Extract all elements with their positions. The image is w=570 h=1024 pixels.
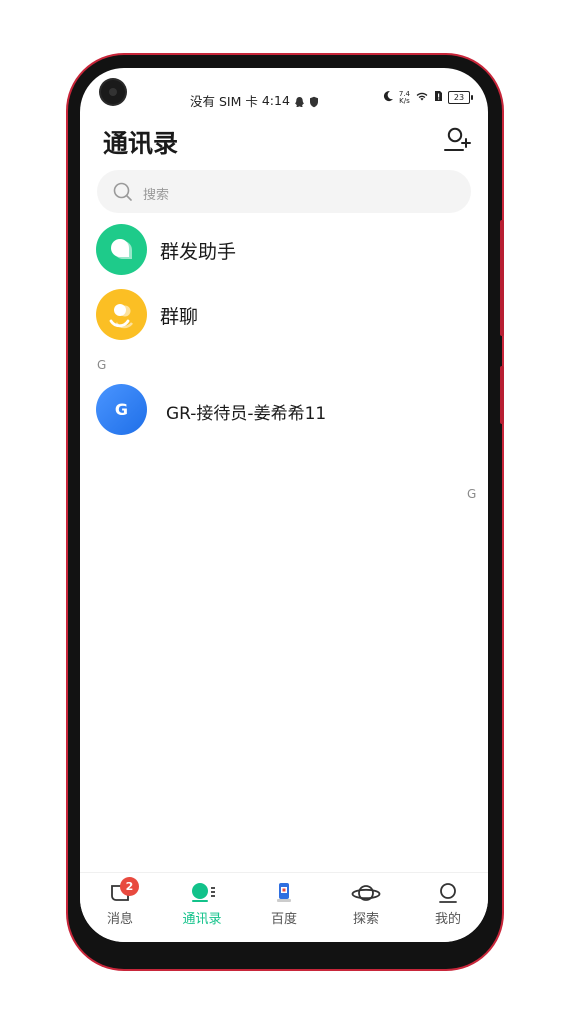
group-chat-avatar — [96, 289, 147, 340]
chat-bubble-icon — [111, 239, 132, 259]
section-header-g: G — [97, 358, 107, 372]
person-add-icon — [444, 127, 471, 151]
shield-icon — [309, 93, 319, 108]
contact-name: GR-接待员-姜希希11 — [166, 404, 327, 424]
wifi-icon — [415, 90, 429, 105]
moon-icon — [382, 90, 394, 105]
battery-level: 23 — [453, 93, 465, 102]
tab-label: 消息 — [106, 912, 133, 927]
mass-send-label: 群发助手 — [160, 241, 237, 263]
net-speed-unit: K/s — [399, 96, 410, 105]
power-button — [500, 366, 504, 424]
front-camera — [101, 80, 125, 104]
status-bar: 没有 SIM 卡 4:14 7.4 K/s 23 — [80, 68, 488, 109]
tab-label: 我的 — [434, 912, 461, 927]
planet-icon — [351, 881, 381, 905]
screen: 没有 SIM 卡 4:14 7.4 K/s 23 通讯录 搜索 群发助手 群聊 … — [80, 68, 488, 942]
battery-indicator: 23 — [448, 91, 473, 104]
bottom-tab-bar: 2 消息 通讯录 百度 探索 我的 — [80, 872, 488, 942]
time-text: 4:14 — [261, 93, 290, 108]
tab-profile[interactable]: 我的 — [408, 873, 488, 942]
group-icon — [109, 304, 133, 329]
mass-send-avatar — [96, 224, 147, 275]
net-speed: 7.4 K/s — [399, 90, 410, 105]
tab-label: 通讯录 — [182, 912, 222, 927]
qq-notification-icon — [294, 93, 309, 108]
carrier-text: 没有 SIM 卡 — [190, 94, 258, 109]
sim-alert-icon — [434, 90, 443, 105]
list-item-group-chats[interactable]: 群聊 — [80, 284, 488, 344]
status-right: 7.4 K/s 23 — [382, 90, 473, 105]
list-item-contact[interactable]: G GR-接待员-姜希希11 — [80, 379, 488, 439]
profile-icon — [436, 881, 460, 905]
alphabet-index-g[interactable]: G — [467, 487, 476, 501]
tab-label: 探索 — [352, 912, 379, 927]
tab-contacts[interactable]: 通讯录 — [162, 873, 242, 942]
avatar-initial: G — [114, 400, 129, 419]
baidu-app-icon — [272, 881, 296, 905]
tab-baidu[interactable]: 百度 — [244, 873, 324, 942]
add-contact-button[interactable] — [443, 126, 473, 154]
group-chat-label: 群聊 — [160, 306, 199, 328]
status-center: 没有 SIM 卡 4:14 — [190, 91, 319, 110]
search-input[interactable]: 搜索 — [97, 170, 471, 213]
search-icon — [113, 182, 133, 206]
list-item-mass-send-assistant[interactable]: 群发助手 — [80, 219, 488, 279]
tab-messages[interactable]: 2 消息 — [80, 873, 160, 942]
volume-button — [500, 220, 504, 336]
tab-label: 百度 — [270, 912, 297, 927]
unread-badge: 2 — [120, 877, 139, 896]
tab-explore[interactable]: 探索 — [326, 873, 406, 942]
page-title: 通讯录 — [103, 129, 179, 158]
contacts-icon — [190, 881, 215, 905]
search-placeholder: 搜索 — [143, 188, 170, 203]
avatar: G — [96, 384, 147, 435]
